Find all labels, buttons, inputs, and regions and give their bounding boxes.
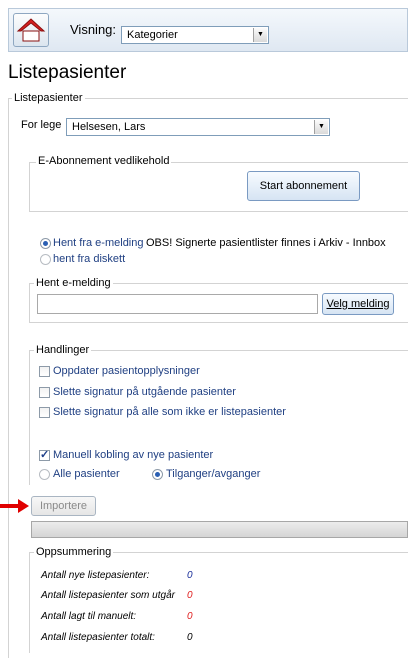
checkbox-slette-utgaende-label[interactable]: Slette signatur på utgående pasienter — [53, 386, 236, 398]
sum-value-totalt: 0 — [187, 632, 193, 643]
lege-value: Helsesen, Lars — [72, 121, 146, 133]
page-title: Listepasienter — [8, 62, 127, 83]
visning-select[interactable]: Kategorier ▼ — [121, 26, 269, 44]
sum-label-manuelt: Antall lagt til manuelt: — [41, 611, 137, 622]
checkbox-slette-alle[interactable] — [39, 407, 50, 418]
radio-hent-e-melding[interactable] — [40, 238, 51, 249]
sum-value-nye: 0 — [187, 570, 193, 581]
handlinger-legend: Handlinger — [34, 344, 92, 356]
checkbox-manuell-kobling-label[interactable]: Manuell kobling av nye pasienter — [53, 449, 213, 461]
sum-label-nye: Antall nye listepasienter: — [41, 570, 150, 581]
obs-text: OBS! Signerte pasientlister finnes i Ark… — [146, 237, 386, 249]
importere-button[interactable]: Importere — [31, 496, 96, 516]
hent-legend: Hent e-melding — [34, 277, 113, 289]
checkbox-oppdater[interactable] — [39, 366, 50, 377]
radio-hent-diskett[interactable] — [40, 254, 51, 265]
radio-alle-pasienter-label[interactable]: Alle pasienter — [53, 468, 120, 480]
visning-value: Kategorier — [127, 29, 178, 41]
checkbox-oppdater-label[interactable]: Oppdater pasientopplysninger — [53, 365, 200, 377]
sum-label-utgar: Antall listepasienter som utgår — [41, 590, 175, 601]
checkbox-slette-alle-label[interactable]: Slette signatur på alle som ikke er list… — [53, 406, 286, 418]
abonnement-legend: E-Abonnement vedlikehold — [36, 155, 172, 167]
home-icon — [16, 18, 46, 42]
radio-hent-e-melding-label[interactable]: Hent fra e-melding — [53, 237, 144, 249]
checkbox-slette-utgaende[interactable] — [39, 387, 50, 398]
lege-label: For lege — [21, 119, 62, 131]
home-button[interactable] — [13, 13, 49, 47]
checkbox-manuell-kobling[interactable] — [39, 448, 50, 461]
radio-tilganger[interactable] — [152, 469, 163, 480]
chevron-down-icon[interactable]: ▼ — [314, 120, 328, 134]
velg-melding-button[interactable]: Velg melding — [322, 293, 394, 315]
velg-melding-label: Velg melding — [326, 298, 390, 310]
listepasienter-legend: Listepasienter — [12, 92, 85, 104]
visning-label: Visning: — [70, 22, 117, 37]
lege-select[interactable]: Helsesen, Lars ▼ — [66, 118, 330, 136]
radio-hent-diskett-label[interactable]: hent fra diskett — [53, 253, 125, 265]
radio-tilganger-label[interactable]: Tilganger/avganger — [166, 468, 260, 480]
radio-alle-pasienter[interactable] — [39, 469, 50, 480]
sum-label-totalt: Antall listepasienter totalt: — [41, 632, 155, 643]
arrow-right-icon — [0, 499, 29, 513]
start-abonnement-button[interactable]: Start abonnement — [247, 171, 360, 201]
oppsummering-legend: Oppsummering — [34, 546, 114, 558]
sum-value-utgar: 0 — [187, 590, 193, 601]
chevron-down-icon[interactable]: ▼ — [253, 28, 267, 42]
melding-input[interactable] — [37, 294, 318, 314]
sum-value-manuelt: 0 — [187, 611, 193, 622]
progress-bar — [31, 521, 408, 538]
